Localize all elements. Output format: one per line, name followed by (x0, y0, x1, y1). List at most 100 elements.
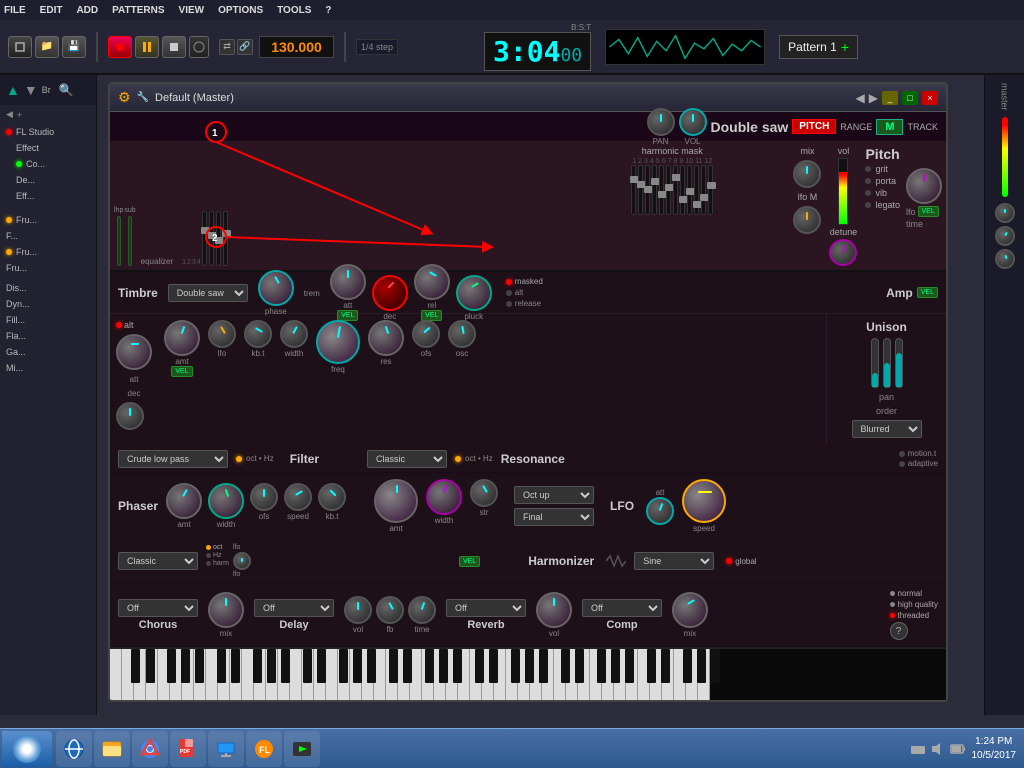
play-btn[interactable] (189, 36, 209, 58)
amt-knob[interactable] (164, 320, 200, 356)
taskbar-network[interactable] (208, 731, 244, 767)
harmonizer-lfo-select[interactable]: Sine (634, 552, 714, 570)
master-knob-3[interactable] (995, 249, 1015, 269)
taskbar-explorer[interactable] (94, 731, 130, 767)
timbre-preset-select[interactable]: Double saw (168, 284, 248, 302)
pan-knob[interactable] (647, 108, 675, 136)
delay-time-knob[interactable] (408, 596, 436, 624)
black-key[interactable] (181, 649, 190, 683)
taskbar-fl[interactable]: FL (246, 731, 282, 767)
taskbar-ie[interactable] (56, 731, 92, 767)
sidebar-item-fla[interactable]: Fla... (0, 328, 96, 344)
plugin-settings-icon[interactable]: 🔧 (137, 92, 149, 103)
sidebar-item-fill[interactable]: Fill... (0, 312, 96, 328)
black-key[interactable] (425, 649, 434, 683)
phaser-ofs-knob[interactable] (250, 483, 278, 511)
black-key[interactable] (561, 649, 570, 683)
black-key[interactable] (539, 649, 548, 683)
delay-select[interactable]: Off (254, 599, 334, 617)
vib-led[interactable] (865, 190, 871, 196)
unison-slider-2[interactable] (883, 338, 891, 388)
black-key[interactable] (683, 649, 692, 683)
grit-led[interactable] (865, 166, 871, 172)
kbt-knob[interactable] (244, 320, 272, 348)
h-fader-12[interactable] (708, 165, 713, 215)
fader-2[interactable] (209, 211, 214, 266)
sidebar-left-btn[interactable]: ◀ (6, 109, 13, 120)
maximize-button[interactable]: □ (902, 91, 918, 105)
delay-vol-knob[interactable] (344, 596, 372, 624)
global-led[interactable] (726, 558, 732, 564)
sidebar-item-mi[interactable]: Mi... (0, 360, 96, 376)
black-key[interactable] (661, 649, 670, 683)
taskbar-chrome[interactable] (132, 731, 168, 767)
sidebar-item-eff2[interactable]: Eff... (10, 188, 96, 204)
h-fader-9[interactable] (687, 165, 692, 215)
black-key[interactable] (303, 649, 312, 683)
menu-file[interactable]: FILE (4, 5, 26, 16)
step-select[interactable]: 1/4 step (356, 39, 398, 55)
lfo-att-knob[interactable] (646, 497, 674, 525)
stop-btn[interactable] (162, 36, 186, 58)
help-button[interactable]: ? (890, 622, 908, 640)
oct-radio-btn[interactable] (206, 545, 211, 550)
sidebar-item-co[interactable]: Co... (10, 156, 96, 172)
sidebar-item-fru2[interactable]: F... (0, 228, 96, 244)
black-key[interactable] (525, 649, 534, 683)
sidebar-arrow-up[interactable]: ▲ (6, 82, 20, 98)
h-fader-3[interactable] (645, 165, 650, 215)
alt-led[interactable] (506, 290, 512, 296)
harm-radio-btn[interactable] (206, 561, 211, 566)
h-fader-7[interactable] (673, 165, 678, 215)
filter-type-select[interactable]: Crude low pass (118, 450, 228, 468)
h-fader-8[interactable] (680, 165, 685, 215)
adaptive-led[interactable] (899, 461, 905, 467)
masked-led[interactable] (506, 279, 512, 285)
sync-btn[interactable]: 🔗 (237, 39, 253, 55)
h-fader-1[interactable] (631, 165, 636, 215)
h-fader-11[interactable] (701, 165, 706, 215)
motion-t-led[interactable] (899, 451, 905, 457)
sidebar-arrow-down[interactable]: ▼ (24, 82, 38, 98)
ofs-knob[interactable] (412, 320, 440, 348)
menu-edit[interactable]: EDIT (40, 5, 63, 16)
res-knob[interactable] (368, 320, 404, 356)
black-key[interactable] (475, 649, 484, 683)
black-key[interactable] (317, 649, 326, 683)
phaser-kbt-knob[interactable] (318, 483, 346, 511)
width-knob[interactable] (280, 320, 308, 348)
sidebar-item-fru3[interactable]: Fru... (0, 244, 96, 260)
phaser-width-knob[interactable] (208, 483, 244, 519)
black-key[interactable] (146, 649, 155, 683)
comp-select[interactable]: Off (582, 599, 662, 617)
sidebar-search[interactable]: 🔍 (59, 83, 74, 97)
lfo-m-knob[interactable] (793, 206, 821, 234)
att-knob[interactable] (330, 264, 366, 300)
fader-4[interactable] (223, 211, 228, 266)
black-key[interactable] (489, 649, 498, 683)
phaser-type-select[interactable]: Classic (118, 552, 198, 570)
menu-add[interactable]: ADD (76, 5, 98, 16)
threaded-led[interactable] (890, 613, 895, 618)
lfo-knob[interactable] (208, 320, 236, 348)
pitch-main-knob[interactable] (906, 168, 942, 204)
prev-icon[interactable]: ◀ (856, 91, 865, 105)
black-key[interactable] (367, 649, 376, 683)
master-knob-2[interactable] (995, 226, 1015, 246)
lhp-fader[interactable] (117, 216, 121, 266)
save-btn[interactable]: 💾 (62, 36, 86, 58)
sidebar-item-de[interactable]: De... (10, 172, 96, 188)
black-key[interactable] (403, 649, 412, 683)
chorus-select[interactable]: Off (118, 599, 198, 617)
rel-knob[interactable] (414, 264, 450, 300)
sidebar-item-fru4[interactable]: Fru... (0, 260, 96, 276)
phase-knob[interactable] (258, 270, 294, 306)
bpm-display[interactable]: 130.000 (259, 36, 334, 58)
h-fader-2[interactable] (638, 165, 643, 215)
taskbar-media[interactable] (284, 731, 320, 767)
sub-fader[interactable] (128, 216, 132, 266)
black-key[interactable] (339, 649, 348, 683)
next-icon[interactable]: ▶ (869, 91, 878, 105)
loop-btn[interactable]: ⇄ (219, 39, 235, 55)
black-key[interactable] (217, 649, 226, 683)
